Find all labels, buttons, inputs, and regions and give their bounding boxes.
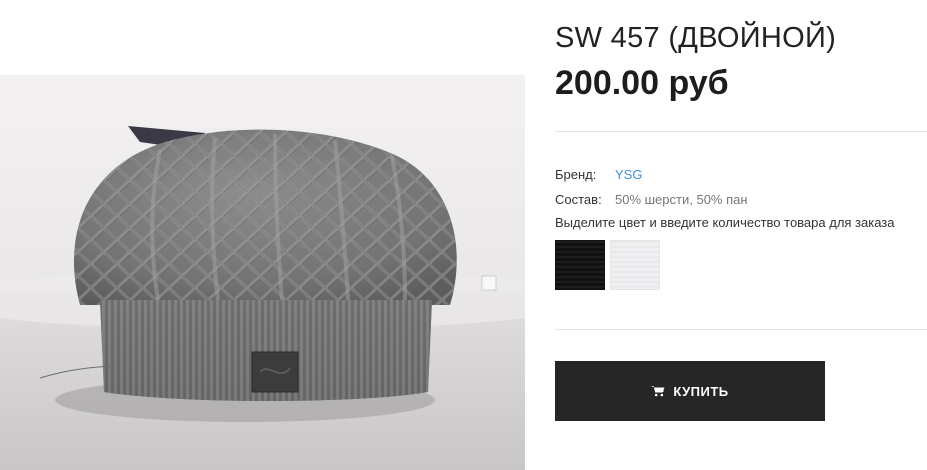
composition-label: Состав: — [555, 192, 602, 207]
product-title: SW 457 (ДВОЙНОЙ) — [555, 22, 837, 54]
composition-row: Состав: 50% шерсти, 50% пан — [555, 192, 748, 207]
color-swatch-white[interactable] — [610, 240, 660, 290]
brand-label: Бренд: — [555, 167, 597, 182]
divider — [555, 131, 927, 132]
buy-button-label: КУПИТЬ — [673, 383, 729, 399]
color-swatch-black[interactable] — [555, 240, 605, 290]
cart-icon — [651, 386, 665, 397]
color-hint: Выделите цвет и введите количество товар… — [555, 215, 895, 230]
product-price: 200.00 руб — [555, 64, 729, 102]
knitted-beret-photo — [0, 0, 525, 470]
brand-row: Бренд: YSG — [555, 167, 642, 182]
brand-link[interactable]: YSG — [615, 167, 642, 182]
divider — [555, 329, 927, 330]
product-info: SW 457 (ДВОЙНОЙ) 200.00 руб Бренд: YSG Со… — [555, 0, 927, 470]
color-swatches — [555, 240, 660, 290]
composition-value: 50% шерсти, 50% пан — [615, 192, 748, 207]
buy-button[interactable]: КУПИТЬ — [555, 361, 825, 421]
product-photo[interactable] — [0, 0, 525, 470]
